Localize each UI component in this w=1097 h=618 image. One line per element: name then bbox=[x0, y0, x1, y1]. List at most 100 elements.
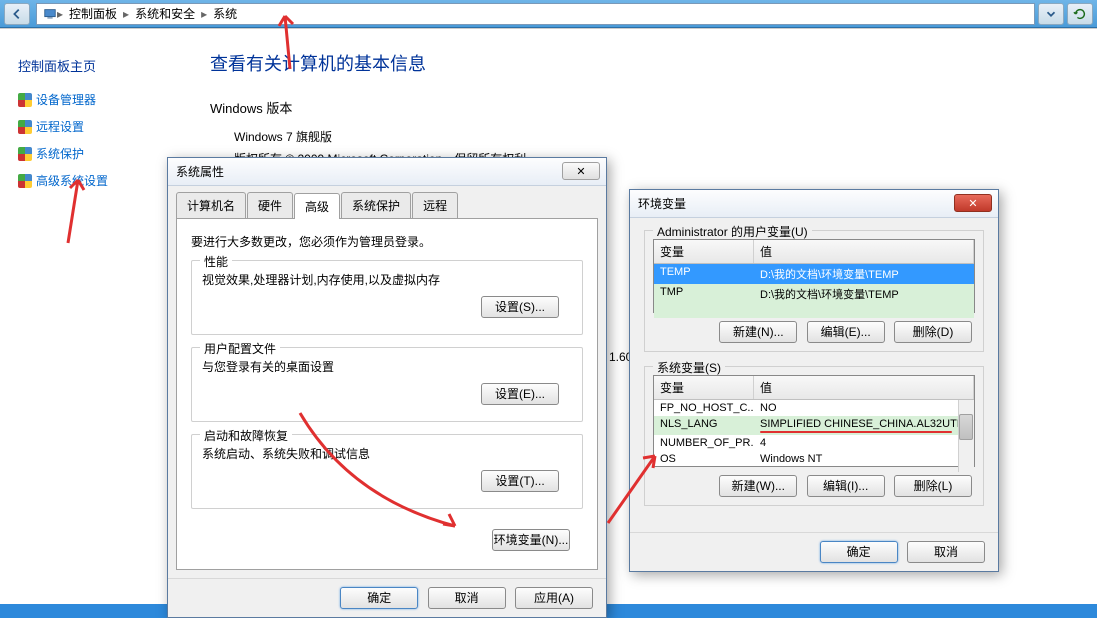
edition-value: Windows 7 旗舰版 bbox=[234, 127, 538, 149]
shield-icon bbox=[18, 93, 32, 107]
user-vars-list[interactable]: 变量 值 TEMP D:\我的文档\环境变量\TEMP TMP D:\我的文档\… bbox=[653, 239, 975, 313]
dialog-titlebar[interactable]: 环境变量 ✕ bbox=[630, 190, 998, 218]
delete-sys-var-button[interactable]: 删除(L) bbox=[894, 475, 972, 497]
dialog-title: 系统属性 bbox=[176, 163, 224, 180]
tab-remote[interactable]: 远程 bbox=[412, 192, 458, 218]
tabs: 计算机名 硬件 高级 系统保护 远程 bbox=[168, 186, 606, 218]
new-sys-var-button[interactable]: 新建(W)... bbox=[719, 475, 797, 497]
dialog-buttons: 确定 取消 应用(A) bbox=[168, 578, 606, 617]
page-title: 查看有关计算机的基本信息 bbox=[210, 50, 538, 76]
group-title: 系统变量(S) bbox=[653, 359, 725, 376]
edit-user-var-button[interactable]: 编辑(E)... bbox=[807, 321, 885, 343]
var-name: OS bbox=[654, 451, 754, 467]
new-user-var-button[interactable]: 新建(N)... bbox=[719, 321, 797, 343]
list-row[interactable]: FP_NO_HOST_C.. NO bbox=[654, 400, 958, 416]
breadcrumb-seg[interactable]: 控制面板 bbox=[63, 5, 123, 22]
var-value: 4 bbox=[754, 435, 958, 451]
apply-button[interactable]: 应用(A) bbox=[515, 587, 593, 609]
nav-back-button[interactable] bbox=[4, 3, 30, 25]
sys-vars-group: 系统变量(S) 变量 值 FP_NO_HOST_C.. NO NLS_LANG … bbox=[644, 366, 984, 506]
sys-var-buttons: 新建(W)... 编辑(I)... 删除(L) bbox=[653, 473, 975, 499]
dialog-buttons: 确定 取消 bbox=[630, 532, 998, 571]
list-row[interactable]: OS Windows NT bbox=[654, 451, 958, 467]
var-value: SIMPLIFIED CHINESE_CHINA.AL32UTF8 bbox=[754, 416, 958, 435]
close-icon: ✕ bbox=[968, 197, 977, 210]
sidebar-link-advanced[interactable]: 高级系统设置 bbox=[18, 172, 177, 189]
env-vars-dialog: 环境变量 ✕ Administrator 的用户变量(U) 变量 值 TEMP … bbox=[629, 189, 999, 572]
tab-hardware[interactable]: 硬件 bbox=[247, 192, 293, 218]
list-header[interactable]: 变量 值 bbox=[654, 240, 974, 264]
sidebar-link-remote[interactable]: 远程设置 bbox=[18, 118, 177, 135]
edition-header: Windows 版本 bbox=[210, 98, 538, 117]
tab-panel-advanced: 要进行大多数更改，您必须作为管理员登录。 性能 视觉效果,处理器计划,内存使用,… bbox=[176, 218, 598, 570]
group-desc: 系统启动、系统失败和调试信息 bbox=[202, 445, 572, 462]
group-performance: 性能 视觉效果,处理器计划,内存使用,以及虚拟内存 设置(S)... bbox=[191, 260, 583, 335]
tab-protection[interactable]: 系统保护 bbox=[341, 192, 411, 218]
group-startup-recovery: 启动和故障恢复 系统启动、系统失败和调试信息 设置(T)... bbox=[191, 434, 583, 509]
user-vars-group: Administrator 的用户变量(U) 变量 值 TEMP D:\我的文档… bbox=[644, 230, 984, 352]
close-icon: ✕ bbox=[576, 165, 585, 178]
breadcrumb[interactable]: ▸ 控制面板 ▸ 系统和安全 ▸ 系统 bbox=[36, 3, 1035, 25]
var-name: NLS_LANG bbox=[654, 416, 754, 435]
startup-settings-button[interactable]: 设置(T)... bbox=[481, 470, 559, 492]
cancel-button[interactable]: 取消 bbox=[428, 587, 506, 609]
col-value[interactable]: 值 bbox=[754, 240, 974, 263]
breadcrumb-seg[interactable]: 系统 bbox=[207, 5, 243, 22]
sidebar-link-device-manager[interactable]: 设备管理器 bbox=[18, 91, 177, 108]
list-row[interactable]: NUMBER_OF_PR.. 4 bbox=[654, 435, 958, 451]
sidebar-link-label: 远程设置 bbox=[36, 118, 84, 135]
sidebar: 控制面板主页 设备管理器 远程设置 系统保护 高级系统设置 bbox=[0, 34, 195, 221]
tab-computer-name[interactable]: 计算机名 bbox=[176, 192, 246, 218]
dialog-titlebar[interactable]: 系统属性 ✕ bbox=[168, 158, 606, 186]
computer-icon bbox=[43, 7, 57, 21]
close-button[interactable]: ✕ bbox=[562, 162, 600, 180]
var-name: NUMBER_OF_PR.. bbox=[654, 435, 754, 451]
col-variable[interactable]: 变量 bbox=[654, 240, 754, 263]
main-content: 查看有关计算机的基本信息 Windows 版本 Windows 7 旗舰版 版权… bbox=[210, 50, 538, 170]
sys-vars-list[interactable]: 变量 值 FP_NO_HOST_C.. NO NLS_LANG SIMPLIFI… bbox=[653, 375, 975, 467]
env-body: Administrator 的用户变量(U) 变量 值 TEMP D:\我的文档… bbox=[630, 218, 998, 532]
col-value[interactable]: 值 bbox=[754, 376, 974, 399]
address-bar: ▸ 控制面板 ▸ 系统和安全 ▸ 系统 bbox=[0, 0, 1097, 28]
close-button[interactable]: ✕ bbox=[954, 194, 992, 212]
scrollbar[interactable] bbox=[958, 400, 974, 472]
list-row[interactable]: NLS_LANG SIMPLIFIED CHINESE_CHINA.AL32UT… bbox=[654, 416, 958, 435]
admin-hint: 要进行大多数更改，您必须作为管理员登录。 bbox=[191, 233, 583, 250]
delete-user-var-button[interactable]: 删除(D) bbox=[894, 321, 972, 343]
group-user-profiles: 用户配置文件 与您登录有关的桌面设置 设置(E)... bbox=[191, 347, 583, 422]
dialog-title: 环境变量 bbox=[638, 195, 686, 212]
user-var-buttons: 新建(N)... 编辑(E)... 删除(D) bbox=[653, 319, 975, 345]
group-title: Administrator 的用户变量(U) bbox=[653, 223, 812, 240]
perf-settings-button[interactable]: 设置(S)... bbox=[481, 296, 559, 318]
refresh-icon bbox=[1073, 7, 1087, 21]
shield-icon bbox=[18, 120, 32, 134]
list-header[interactable]: 变量 值 bbox=[654, 376, 974, 400]
scrollbar-thumb[interactable] bbox=[959, 414, 973, 440]
var-value: NO bbox=[754, 400, 958, 416]
back-arrow-icon bbox=[10, 7, 24, 21]
var-name: TEMP bbox=[654, 264, 754, 284]
group-desc: 视觉效果,处理器计划,内存使用,以及虚拟内存 bbox=[202, 271, 572, 288]
edit-sys-var-button[interactable]: 编辑(I)... bbox=[807, 475, 885, 497]
var-name: TMP bbox=[654, 284, 754, 304]
group-desc: 与您登录有关的桌面设置 bbox=[202, 358, 572, 375]
shield-icon bbox=[18, 147, 32, 161]
sidebar-link-protection[interactable]: 系统保护 bbox=[18, 145, 177, 162]
list-row[interactable]: TEMP D:\我的文档\环境变量\TEMP bbox=[654, 264, 974, 284]
ok-button[interactable]: 确定 bbox=[820, 541, 898, 563]
breadcrumb-seg[interactable]: 系统和安全 bbox=[129, 5, 201, 22]
ok-button[interactable]: 确定 bbox=[340, 587, 418, 609]
group-title: 性能 bbox=[200, 253, 232, 270]
system-properties-dialog: 系统属性 ✕ 计算机名 硬件 高级 系统保护 远程 要进行大多数更改，您必须作为… bbox=[167, 157, 607, 618]
list-row[interactable]: TMP D:\我的文档\环境变量\TEMP bbox=[654, 284, 974, 304]
env-vars-button[interactable]: 环境变量(N)... bbox=[492, 529, 570, 551]
col-variable[interactable]: 变量 bbox=[654, 376, 754, 399]
tab-advanced[interactable]: 高级 bbox=[294, 193, 340, 219]
breadcrumb-dropdown[interactable] bbox=[1038, 3, 1064, 25]
profile-settings-button[interactable]: 设置(E)... bbox=[481, 383, 559, 405]
refresh-button[interactable] bbox=[1067, 3, 1093, 25]
var-value: D:\我的文档\环境变量\TEMP bbox=[754, 264, 974, 284]
group-title: 启动和故障恢复 bbox=[200, 427, 292, 444]
cancel-button[interactable]: 取消 bbox=[907, 541, 985, 563]
sidebar-title: 控制面板主页 bbox=[18, 56, 177, 75]
